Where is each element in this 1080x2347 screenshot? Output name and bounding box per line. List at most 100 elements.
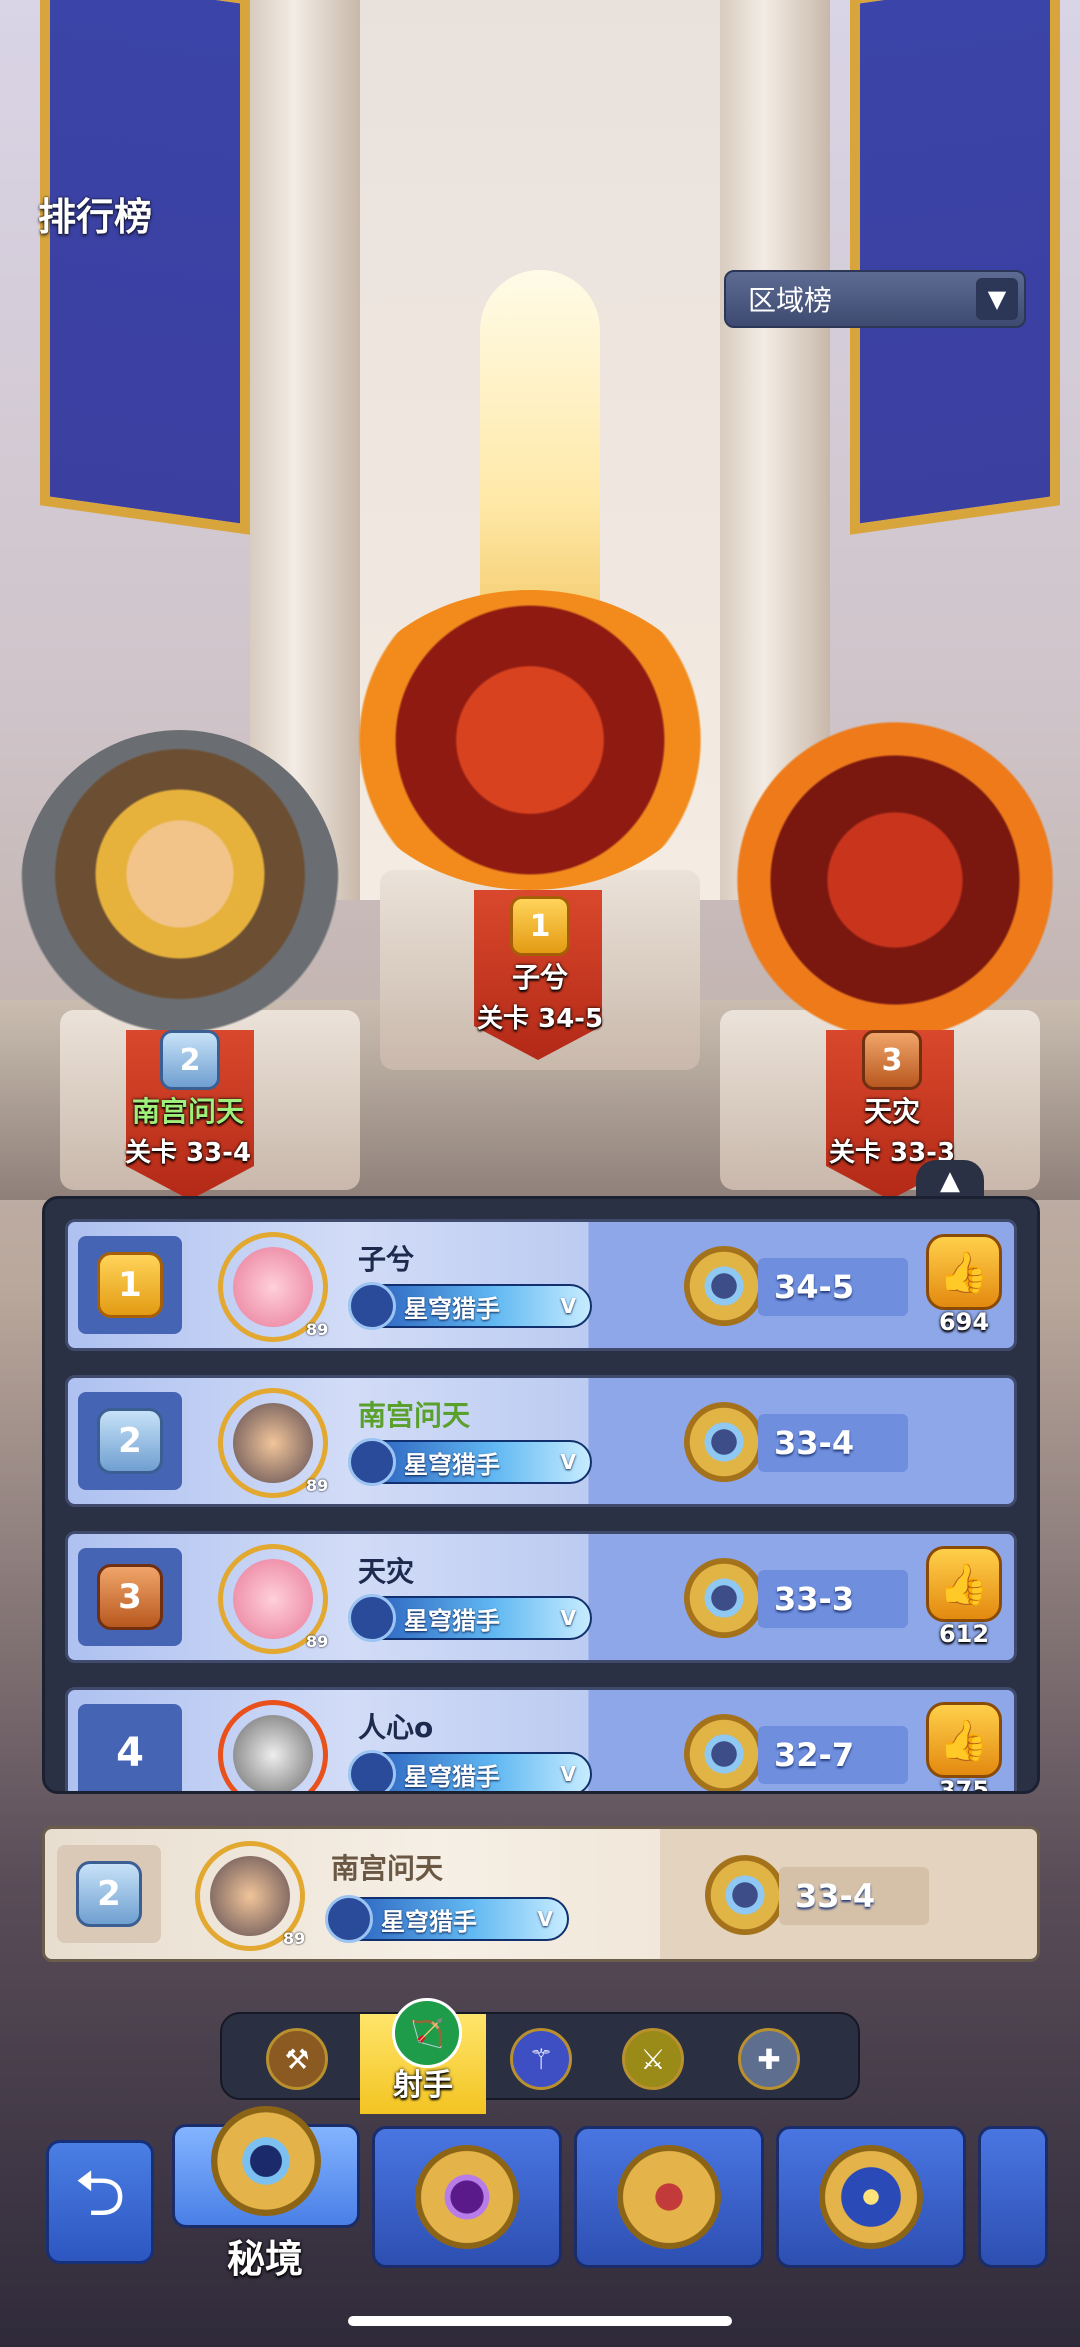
home-indicator[interactable]: [348, 2316, 732, 2326]
back-arrow-icon: ⮌: [74, 2157, 126, 2231]
title-tier: V: [560, 1606, 576, 1630]
title-tier: V: [560, 1450, 576, 1474]
leaderboard-row[interactable]: 3 89 天灾 星穹猎手 V 33-3 👍 612: [65, 1531, 1017, 1663]
self-rank-row[interactable]: 2 89 南宫问天 星穹猎手 V 33-4: [42, 1826, 1040, 1962]
mode-tab-more[interactable]: [978, 2126, 1048, 2268]
leaderboard-panel[interactable]: 1 89 子兮 星穹猎手 V 34-5 👍 694 2 89 南宫问天 星穹猎手 V…: [42, 1196, 1040, 1794]
active-mode-label: 秘境: [226, 2237, 303, 2281]
podium-1-hero[interactable]: [340, 590, 720, 890]
chevron-down-icon[interactable]: ▼: [976, 278, 1018, 320]
gold-medal-icon: 1: [97, 1252, 163, 1318]
thumbs-up-icon[interactable]: 👍: [926, 1702, 1002, 1778]
leaderboard-row[interactable]: 2 89 南宫问天 星穹猎手 V 33-4: [65, 1375, 1017, 1507]
avatar[interactable]: [218, 1700, 328, 1791]
region-dropdown[interactable]: 区域榜 ▼: [724, 270, 1026, 328]
rank-cell: 3: [78, 1548, 182, 1646]
level-label: 89: [306, 1476, 329, 1495]
title-tier: V: [560, 1762, 576, 1786]
podium-2-rank-badge: 2: [160, 1030, 220, 1090]
left-banner: [40, 0, 250, 535]
rank-cell: 2: [78, 1392, 182, 1490]
podium-3-hero[interactable]: [720, 720, 1070, 1040]
player-name: 天灾: [358, 1555, 415, 1588]
thumbs-up-icon[interactable]: 👍: [926, 1546, 1002, 1622]
back-button[interactable]: ⮌: [46, 2140, 154, 2264]
rank-cell: 4: [78, 1704, 182, 1791]
rank-cell: 2: [57, 1845, 161, 1943]
title-tier: V: [537, 1907, 553, 1931]
avatar-image: [210, 1856, 290, 1936]
avatar-image: [233, 1247, 313, 1327]
leaderboard-row[interactable]: 4 人心o 星穹猎手 V 32-7 👍 375: [65, 1687, 1017, 1794]
secret-realm-emblem-icon: [211, 2106, 321, 2216]
title-label: 星穹猎手: [404, 1762, 500, 1791]
mode-tab-void[interactable]: [372, 2126, 562, 2268]
podium-3-stage: 关卡 33-3: [828, 1138, 956, 1168]
glowing-arch: [480, 270, 600, 600]
bronze-medal-icon: 3: [97, 1564, 163, 1630]
warrior-class-icon[interactable]: ⚒: [266, 2028, 328, 2090]
avatar-image: [233, 1403, 313, 1483]
podium-3-rank-badge: 3: [862, 1030, 922, 1090]
podium-1-rank-badge: 1: [510, 896, 570, 956]
player-name: 人心o: [358, 1711, 434, 1744]
page-title: 排行榜: [38, 195, 153, 239]
like-count: 612: [938, 1620, 990, 1648]
stage-emblem-icon: [684, 1402, 764, 1482]
title-emblem-icon: [325, 1895, 373, 1943]
title-badge: 星穹猎手 V: [348, 1282, 592, 1330]
like-count: 694: [938, 1308, 990, 1336]
thumbs-up-icon[interactable]: 👍: [926, 1234, 1002, 1310]
title-emblem-icon: [348, 1594, 396, 1642]
stage-emblem-icon: [684, 1558, 764, 1638]
right-banner: [850, 0, 1060, 535]
podium-2-name: 南宫问天: [131, 1095, 244, 1128]
crown-emblem-icon: [617, 2145, 721, 2249]
stage-emblem-icon: [705, 1855, 785, 1935]
stage-value: 33-3: [758, 1570, 908, 1628]
archer-class-icon[interactable]: 🏹: [392, 1998, 462, 2068]
mode-tab-secret-realm[interactable]: [172, 2106, 360, 2228]
silver-medal-icon: 2: [97, 1408, 163, 1474]
podium-2-hero[interactable]: [20, 730, 340, 1050]
stage-emblem-icon: [684, 1246, 764, 1326]
mode-tab-crown[interactable]: [574, 2126, 764, 2268]
title-label: 星穹猎手: [404, 1606, 500, 1635]
title-emblem-icon: [348, 1750, 396, 1791]
void-emblem-icon: [415, 2145, 519, 2249]
collapse-toggle[interactable]: ▲: [916, 1160, 984, 1200]
level-label: 89: [283, 1929, 306, 1948]
title-badge: 星穹猎手 V: [348, 1750, 592, 1791]
podium-1-name: 子兮: [511, 961, 568, 994]
player-name: 南宫问天: [358, 1399, 471, 1432]
star-emblem-icon: [819, 2145, 923, 2249]
active-class-label: 射手: [393, 2068, 453, 2103]
player-name: 南宫问天: [331, 1852, 444, 1885]
class-filter-bar[interactable]: ⚒ 🏹 射手 ⚚ ⚔ ✚: [220, 1998, 860, 2114]
avatar-image: [233, 1559, 313, 1639]
stage-value: 33-4: [779, 1867, 929, 1925]
player-name: 子兮: [358, 1243, 415, 1276]
assassin-class-icon[interactable]: ⚔: [622, 2028, 684, 2090]
title-emblem-icon: [348, 1438, 396, 1486]
rank-cell: 1: [78, 1236, 182, 1334]
like-count: 375: [938, 1776, 990, 1794]
title-badge: 星穹猎手 V: [348, 1438, 592, 1486]
level-label: 89: [306, 1632, 329, 1651]
rank-number: 4: [116, 1730, 144, 1776]
podium-2-stage: 关卡 33-4: [124, 1138, 252, 1168]
stage-emblem-icon: [684, 1714, 764, 1791]
avatar-image: [233, 1715, 313, 1791]
silver-medal-icon: 2: [76, 1861, 142, 1927]
stage-value: 33-4: [758, 1414, 908, 1472]
podium-1-stage: 关卡 34-5: [476, 1004, 604, 1034]
mode-tab-star[interactable]: [776, 2126, 966, 2268]
mage-class-icon[interactable]: ⚚: [510, 2028, 572, 2090]
leaderboard-row[interactable]: 1 89 子兮 星穹猎手 V 34-5 👍 694: [65, 1219, 1017, 1351]
level-label: 89: [306, 1320, 329, 1339]
title-label: 星穹猎手: [404, 1294, 500, 1323]
podium-3-name: 天灾: [863, 1095, 920, 1128]
healer-class-icon[interactable]: ✚: [738, 2028, 800, 2090]
stage-value: 34-5: [758, 1258, 908, 1316]
title-badge: 星穹猎手 V: [325, 1895, 569, 1943]
